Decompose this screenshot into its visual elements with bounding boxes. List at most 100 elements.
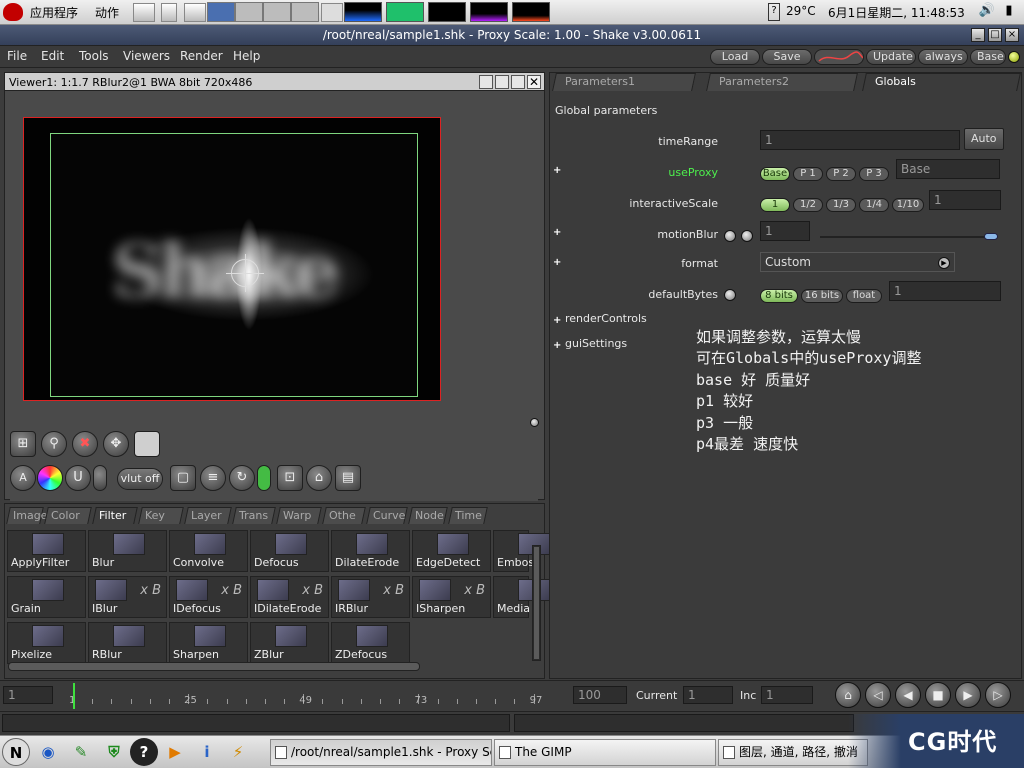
notes-icon[interactable] xyxy=(161,3,177,22)
node-iblur[interactable]: x B IBlur xyxy=(88,576,167,618)
workspace-4[interactable] xyxy=(291,2,319,22)
proxy-base-button[interactable]: Base xyxy=(970,49,1006,65)
help-question-icon[interactable]: ? xyxy=(130,738,158,766)
interactive-scale-1-4[interactable]: 1/4 xyxy=(859,198,889,212)
tools-icon[interactable]: ⚡ xyxy=(224,738,252,766)
viewer-grid-icon[interactable] xyxy=(511,75,525,89)
vscroll-thumb[interactable] xyxy=(534,547,539,659)
task-gimp[interactable]: The GIMP xyxy=(494,739,716,766)
redhat-logo-icon[interactable] xyxy=(3,3,23,21)
auto-button[interactable]: Auto xyxy=(964,128,1004,150)
default-bytes-8bits[interactable]: 8 bits xyxy=(760,289,798,303)
motion-blur-link-icon[interactable] xyxy=(741,230,753,242)
interactive-scale-field[interactable]: 1 xyxy=(929,190,1001,210)
node-embos[interactable]: Embos xyxy=(493,530,550,572)
media-player-icon[interactable]: ▶ xyxy=(161,738,189,766)
tab-color[interactable]: Color xyxy=(44,507,92,524)
workspace-3[interactable] xyxy=(263,2,291,22)
tab-node[interactable]: Node xyxy=(408,507,448,524)
node-idilateerode[interactable]: x B IDilateErode xyxy=(250,576,329,618)
fit-icon[interactable]: ⊞ xyxy=(10,431,36,457)
tab-image[interactable]: Image xyxy=(6,507,47,524)
browser-icon[interactable]: ◉ xyxy=(34,738,62,766)
menu-viewers[interactable]: Viewers xyxy=(123,49,170,63)
tab-curve[interactable]: Curve xyxy=(366,507,408,524)
node-irblur[interactable]: x B IRBlur xyxy=(331,576,410,618)
compare-icon[interactable]: ≡ xyxy=(200,465,226,491)
start-frame-field[interactable]: 1 xyxy=(3,686,53,704)
blur-center-crosshair[interactable] xyxy=(226,254,264,292)
volume-icon[interactable]: 🔊 xyxy=(978,3,996,21)
node-zblur[interactable]: ZBlur xyxy=(250,622,329,664)
node-convolve[interactable]: Convolve xyxy=(169,530,248,572)
inc-field[interactable]: 1 xyxy=(761,686,813,704)
folder-icon[interactable] xyxy=(184,3,206,22)
home-icon[interactable]: ⌂ xyxy=(306,465,332,491)
expand-render-controls-icon[interactable]: + xyxy=(553,316,561,326)
node-grid-vscroll[interactable] xyxy=(532,545,541,661)
minimize-button[interactable]: _ xyxy=(971,28,985,42)
use-proxy-base[interactable]: Base xyxy=(760,167,790,181)
memory-monitor-icon[interactable] xyxy=(386,2,424,22)
tab-parameters2[interactable]: Parameters2 xyxy=(706,73,858,91)
viewer-options-icon[interactable] xyxy=(479,75,493,89)
curve-icon[interactable] xyxy=(814,49,864,65)
workspace-2[interactable] xyxy=(235,2,263,22)
help-icon[interactable]: ? xyxy=(768,3,780,21)
key-back-icon[interactable]: ◁ xyxy=(865,682,891,708)
motion-blur-slider-track[interactable] xyxy=(820,236,996,238)
node-link-icon[interactable]: ⚲ xyxy=(41,431,67,457)
motion-blur-clock-icon[interactable] xyxy=(724,230,736,242)
node-rblur[interactable]: RBlur xyxy=(88,622,167,664)
swap-monitor-icon[interactable] xyxy=(428,2,466,22)
interactive-scale-1[interactable]: 1 xyxy=(760,198,790,212)
menu-render[interactable]: Render xyxy=(180,49,223,63)
play-backward-icon[interactable]: ◀ xyxy=(895,682,921,708)
default-bytes-field[interactable]: 1 xyxy=(889,281,1001,301)
use-proxy-field[interactable]: Base xyxy=(896,159,1000,179)
update-mode-button[interactable]: always xyxy=(918,49,968,65)
node-grid-hscroll[interactable] xyxy=(8,662,420,671)
color-picker-icon[interactable] xyxy=(37,465,63,491)
use-proxy-p1[interactable]: P 1 xyxy=(793,167,823,181)
editor-icon[interactable]: ✎ xyxy=(67,738,95,766)
actions-menu[interactable]: 动作 xyxy=(95,4,119,21)
net-monitor-icon[interactable] xyxy=(512,2,550,22)
node-sharpen[interactable]: Sharpen xyxy=(169,622,248,664)
stop-icon[interactable]: ■ xyxy=(925,682,951,708)
node-applyfilter[interactable]: ApplyFilter xyxy=(7,530,86,572)
node-edgedetect[interactable]: EdgeDetect xyxy=(412,530,491,572)
roi-icon[interactable]: ▢ xyxy=(170,465,196,491)
default-bytes-16bits[interactable]: 16 bits xyxy=(801,289,843,303)
image-frame[interactable]: Shake xyxy=(50,133,418,397)
clear-icon[interactable]: ✖ xyxy=(72,431,98,457)
node-pixelize[interactable]: Pixelize xyxy=(7,622,86,664)
menu-file[interactable]: File xyxy=(7,49,27,63)
tab-parameters1[interactable]: Parameters1 xyxy=(552,73,696,91)
tab-key[interactable]: Key xyxy=(138,507,184,524)
node-isharpen[interactable]: x B ISharpen xyxy=(412,576,491,618)
default-bytes-float[interactable]: float xyxy=(846,289,882,303)
tab-layer[interactable]: Layer xyxy=(184,507,232,524)
playhead[interactable] xyxy=(73,683,75,709)
close-button[interactable]: × xyxy=(1005,28,1019,42)
default-bytes-clock-icon[interactable] xyxy=(724,289,736,301)
node-defocus[interactable]: Defocus xyxy=(250,530,329,572)
menu-tools[interactable]: Tools xyxy=(79,49,109,63)
timeline-ruler[interactable]: 125497397 xyxy=(65,687,560,707)
key-forward-icon[interactable]: ▷ xyxy=(985,682,1011,708)
expand-format-icon[interactable]: + xyxy=(553,258,561,268)
refresh-icon[interactable]: ↻ xyxy=(229,465,255,491)
tab-othe[interactable]: Othe xyxy=(322,507,366,524)
task-shake[interactable]: /root/nreal/sample1.shk - Proxy Sc xyxy=(270,739,492,766)
use-proxy-p3[interactable]: P 3 xyxy=(859,167,889,181)
lut-toggle-icon[interactable] xyxy=(93,465,107,491)
vlut-button[interactable]: vlut off xyxy=(117,468,163,490)
tab-warp[interactable]: Warp xyxy=(276,507,322,524)
cpu-monitor-icon[interactable] xyxy=(344,2,382,22)
maximize-button[interactable]: □ xyxy=(988,28,1002,42)
task-layers[interactable]: 图层, 通道, 路径, 撤消 xyxy=(718,739,868,766)
motion-blur-slider-handle[interactable] xyxy=(984,233,998,240)
tab-filter[interactable]: Filter xyxy=(92,507,138,524)
flipbook-icon[interactable]: ▤ xyxy=(335,465,361,491)
